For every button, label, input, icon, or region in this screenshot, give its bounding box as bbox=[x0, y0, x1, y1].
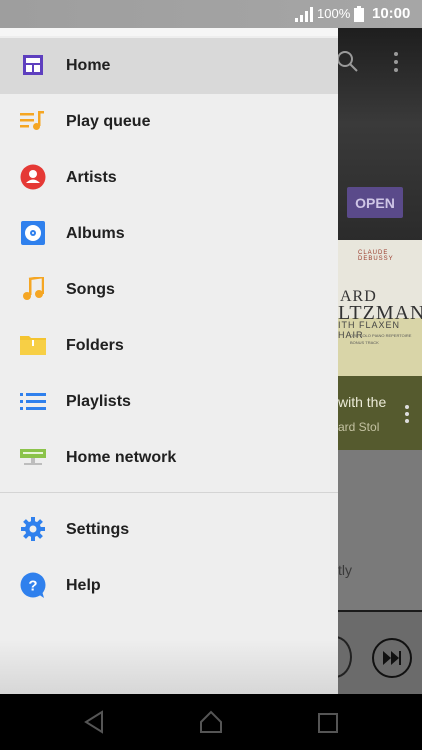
drawer-item-label: Folders bbox=[66, 337, 124, 354]
drawer-item-label: Help bbox=[66, 577, 101, 594]
albums-icon bbox=[20, 220, 46, 246]
play-queue-icon bbox=[20, 108, 46, 134]
drawer-top-strip bbox=[0, 28, 338, 36]
signal-icon bbox=[295, 7, 313, 22]
drawer-item-play-queue[interactable]: Play queue bbox=[0, 94, 338, 150]
now-playing-track: with the bbox=[338, 394, 387, 410]
more-options-icon[interactable] bbox=[388, 50, 404, 74]
drawer-item-label: Play queue bbox=[66, 113, 151, 130]
drawer-divider bbox=[0, 492, 338, 493]
svg-text:?: ? bbox=[28, 578, 37, 595]
home-icon bbox=[20, 52, 46, 78]
skip-next-button[interactable] bbox=[372, 638, 412, 678]
drawer-item-label: Playlists bbox=[66, 393, 131, 410]
artists-icon bbox=[20, 164, 46, 190]
songs-icon bbox=[20, 276, 46, 302]
album-fine-print: BONUS TRACK bbox=[350, 340, 379, 345]
drawer-item-songs[interactable]: Songs bbox=[0, 262, 338, 318]
drawer-item-artists[interactable]: Artists bbox=[0, 150, 338, 206]
now-playing-artist: ard Stol bbox=[338, 420, 380, 434]
drawer-item-label: Songs bbox=[66, 281, 115, 298]
recent-apps-icon[interactable] bbox=[318, 713, 338, 733]
help-icon: ? bbox=[20, 572, 46, 598]
album-composer: CLAUDE DEBUSSY bbox=[358, 250, 394, 262]
status-time: 10:00 bbox=[372, 5, 411, 22]
battery-percent: 100% bbox=[317, 6, 351, 21]
drawer-item-label: Home bbox=[66, 57, 111, 74]
open-button[interactable]: OPEN bbox=[347, 187, 403, 218]
playlists-icon bbox=[20, 388, 46, 414]
home-button-icon[interactable] bbox=[198, 708, 224, 734]
album-fine-print: ORE SOLO PIANO REPERTOIRE bbox=[350, 333, 412, 338]
back-icon[interactable] bbox=[82, 710, 106, 734]
drawer-item-home-network[interactable]: Home network bbox=[0, 430, 338, 486]
drawer-item-label: Albums bbox=[66, 225, 125, 242]
drawer-item-albums[interactable]: Albums bbox=[0, 206, 338, 262]
drawer-item-folders[interactable]: Folders bbox=[0, 318, 338, 374]
home-network-icon bbox=[20, 444, 46, 470]
list-item-text: tly bbox=[338, 562, 352, 578]
folders-icon bbox=[20, 332, 46, 358]
skip-next-icon bbox=[383, 651, 401, 665]
drawer-item-label: Home network bbox=[66, 449, 177, 466]
drawer-item-home[interactable]: Home bbox=[0, 38, 338, 94]
settings-icon bbox=[20, 516, 46, 542]
drawer-item-help[interactable]: ? Help bbox=[0, 558, 338, 614]
drawer-item-settings[interactable]: Settings bbox=[0, 502, 338, 558]
drawer-item-label: Settings bbox=[66, 521, 130, 538]
battery-icon bbox=[354, 6, 364, 22]
drawer-item-playlists[interactable]: Playlists bbox=[0, 374, 338, 430]
content-list bbox=[338, 450, 422, 610]
now-playing-more-icon[interactable] bbox=[402, 404, 412, 424]
drawer-item-label: Artists bbox=[66, 169, 117, 186]
